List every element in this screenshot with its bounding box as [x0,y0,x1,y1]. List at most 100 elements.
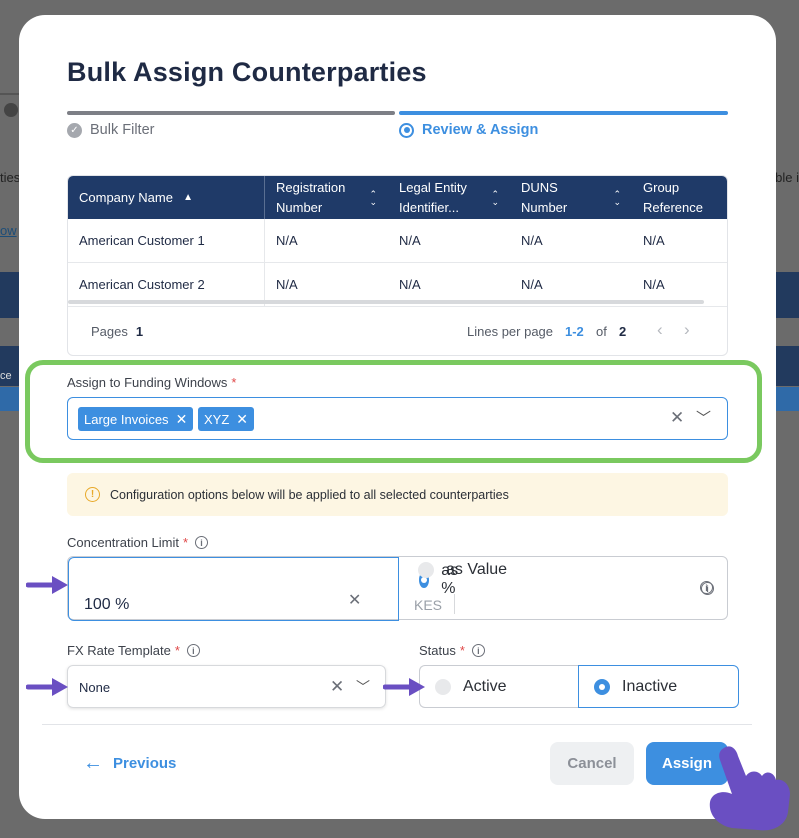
column-header-company-name[interactable]: Company Name ▲ [68,176,265,219]
label-text: Assign to Funding Windows [67,375,228,390]
table-row[interactable]: American Customer 1 N/A N/A N/A N/A [68,219,727,263]
step-label: Review & Assign [422,122,539,138]
sort-asc-icon[interactable]: ▲ [183,188,193,208]
total-count: 2 [619,324,627,339]
chevron-down-icon[interactable]: ﹀ [356,677,370,697]
step-review-assign[interactable]: Review & Assign [399,122,538,138]
chip-xyz: XYZ ✕ [198,407,255,431]
currency-label: KES [414,597,443,613]
required-mark: * [459,643,465,658]
concentration-limit-group: as % 100 % ✕ i as Value KES i [67,556,728,621]
status-active-option[interactable]: Active [419,665,579,708]
info-icon[interactable]: i [700,581,713,594]
fx-rate-template-label: FX Rate Template * i [67,643,200,658]
required-mark: * [231,375,237,390]
step-progress-bar [399,111,728,115]
status-label: Status * i [419,643,485,658]
column-header-registration-number[interactable]: Registration Number ⌃ ⌄ [265,176,388,219]
lines-per-page-label: Lines per page [467,324,554,339]
radio-inactive[interactable]: Inactive [594,678,677,696]
pages-label: Pages [91,324,128,339]
cell-lei: N/A [399,233,421,248]
column-header-group-reference[interactable]: Group Reference [632,176,727,219]
of-label: of [596,324,607,339]
divider [454,594,455,614]
pages-indicator: Pages 1 [91,324,143,339]
cell-company-name: American Customer 1 [68,219,265,262]
cell-registration-number: N/A [276,233,298,248]
table-body: American Customer 1 N/A N/A N/A N/A Amer… [68,219,727,307]
radio-unselected-icon [418,562,434,578]
backdrop-text: ties [0,170,21,185]
option-label: as Value [446,561,508,578]
column-label: DUNS Number [521,179,568,215]
counterparties-table: Company Name ▲ Registration Number ⌃ ⌄ Le… [67,175,728,356]
cell-lei: N/A [399,277,421,292]
step-progress-bar [67,111,395,115]
footer-divider [42,724,752,725]
label-text: FX Rate Template [67,643,171,658]
column-label: Legal Entity Identifier... [399,179,467,215]
radio-as-value[interactable]: as Value [418,561,507,579]
sort-icon[interactable]: ⌃ ⌄ [491,189,499,206]
cell-registration-number: N/A [276,277,298,292]
option-label: Active [463,678,507,695]
backdrop-link: ow [0,223,17,238]
info-icon[interactable]: i [471,644,485,657]
notice-text: Configuration options below will be appl… [110,487,509,502]
label-text: Status [419,643,456,658]
status-inactive-option[interactable]: Inactive [578,665,739,708]
funding-windows-label: Assign to Funding Windows * [67,375,236,390]
pointing-hand-icon [709,746,790,831]
bulk-assign-modal: Bulk Assign Counterparties ✓ Bulk Filter… [19,15,776,819]
info-icon[interactable]: i [186,644,200,657]
warning-icon: ! [85,487,100,502]
sort-icon[interactable]: ⌃ ⌄ [613,189,621,206]
chip-label: XYZ [204,411,230,427]
chip-remove-icon[interactable]: ✕ [176,411,188,428]
backdrop-band-text: ce [0,370,12,382]
step-label: Bulk Filter [90,122,155,138]
horizontal-scrollbar[interactable] [68,300,704,304]
cell-duns: N/A [521,277,543,292]
chip-remove-icon[interactable]: ✕ [236,411,248,428]
column-label: Group Reference [643,179,703,215]
radio-active[interactable]: Active [435,678,507,696]
funding-windows-select[interactable]: Large Invoices ✕ XYZ ✕ ✕ ﹀ [67,397,728,440]
column-label: Registration Number [276,179,346,215]
chip-large-invoices: Large Invoices ✕ [78,407,194,431]
fx-rate-template-select[interactable]: None ✕ ﹀ [67,665,386,708]
sort-icon[interactable]: ⌃ ⌄ [369,189,377,206]
radio-dot-icon [399,122,414,138]
radio-unselected-icon [435,679,451,695]
pages-value: 1 [135,324,144,339]
annotation-arrow-icon [26,576,68,594]
lines-range-select[interactable]: 1-2 [565,324,584,339]
option-label: Inactive [622,678,678,695]
cell-duns: N/A [521,233,543,248]
column-label: Company Name [79,189,173,205]
required-mark: * [174,643,180,658]
button-label: Previous [113,755,177,772]
select-value: None [79,680,111,695]
column-header-lei[interactable]: Legal Entity Identifier... ⌃ ⌄ [388,176,510,219]
annotation-arrow-icon [26,678,68,696]
clear-icon[interactable]: ✕ [348,590,361,610]
info-icon[interactable]: i [195,536,209,549]
clear-icon[interactable]: ✕ [670,408,684,428]
cancel-button[interactable]: Cancel [550,742,634,785]
chevron-left-icon[interactable]: ‹ [657,320,663,340]
step-bulk-filter[interactable]: ✓ Bulk Filter [67,122,154,138]
annotation-arrow-icon [383,678,425,696]
previous-button[interactable]: ← Previous [83,752,176,775]
label-text: Concentration Limit [67,535,179,550]
concentration-limit-label: Concentration Limit * i [67,535,209,550]
chevron-right-icon[interactable]: › [684,320,690,340]
chevron-down-icon[interactable]: ﹀ [696,407,711,428]
radio-selected-icon [594,679,610,695]
column-header-duns-number[interactable]: DUNS Number ⌃ ⌄ [510,176,632,219]
percent-value-input[interactable]: 100 % [84,596,129,614]
clear-icon[interactable]: ✕ [330,677,344,697]
modal-title: Bulk Assign Counterparties [67,57,427,87]
concentration-percent-option[interactable]: as % 100 % ✕ i [68,557,714,621]
